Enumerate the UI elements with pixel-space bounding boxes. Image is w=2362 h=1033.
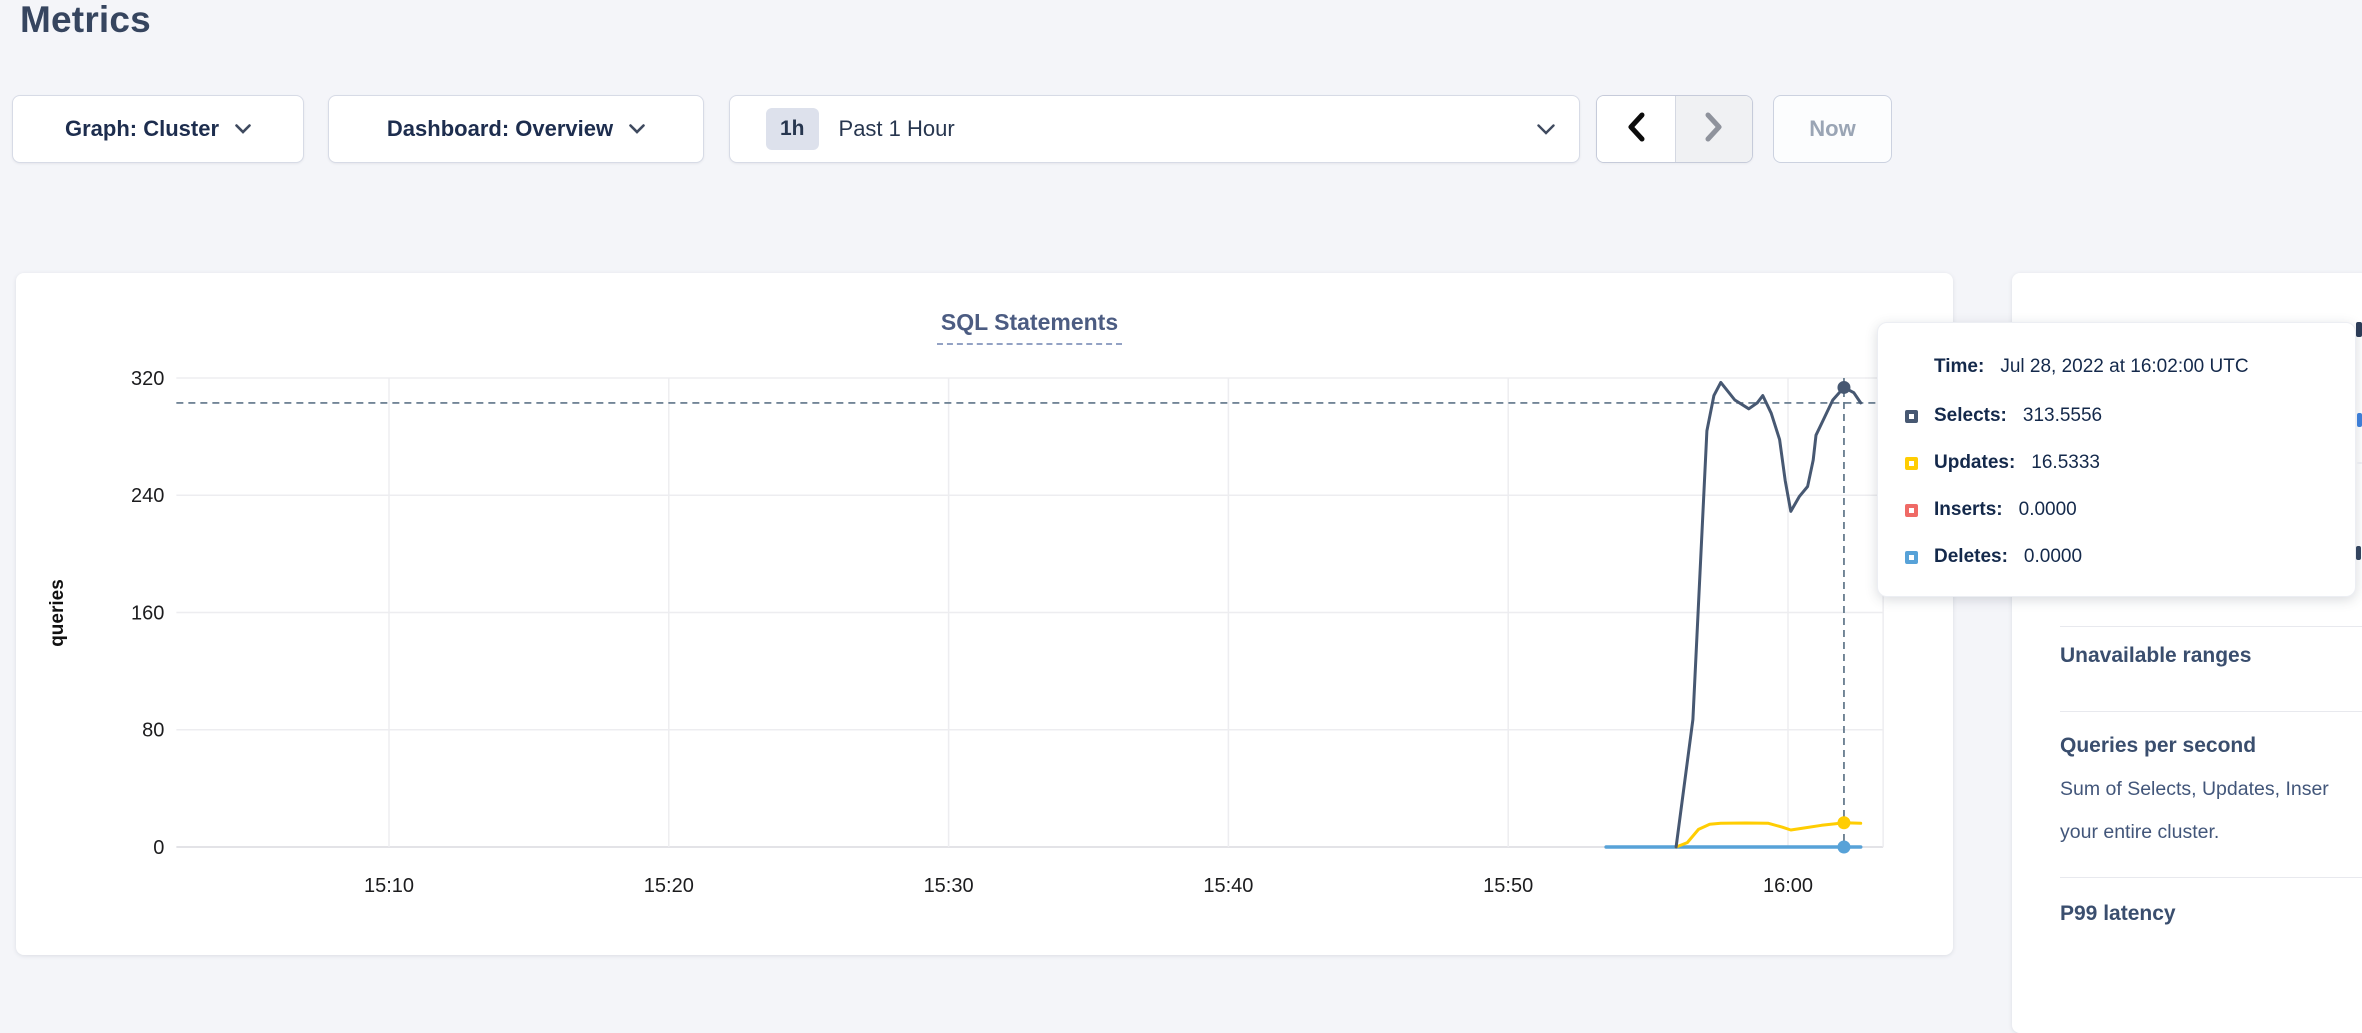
svg-text:320: 320 bbox=[131, 368, 164, 390]
svg-text:15:40: 15:40 bbox=[1203, 875, 1253, 897]
svg-text:15:50: 15:50 bbox=[1483, 875, 1533, 897]
svg-text:240: 240 bbox=[131, 485, 164, 507]
tooltip-time-value: Jul 28, 2022 at 16:02:00 UTC bbox=[2000, 356, 2248, 378]
sidebar-heading-unavailable-ranges: Unavailable ranges bbox=[2060, 644, 2251, 668]
dashboard-dropdown-label: Dashboard: Overview bbox=[387, 116, 613, 142]
deletes-series-swatch-icon bbox=[1905, 551, 1918, 564]
tooltip-selects-value: 313.5556 bbox=[2023, 405, 2102, 427]
chevron-right-icon bbox=[1704, 112, 1724, 147]
time-range-selector[interactable]: 1h Past 1 Hour bbox=[729, 95, 1580, 163]
tooltip-updates-row: Updates: 16.5333 bbox=[1905, 450, 2100, 476]
tooltip-inserts-label: Inserts: bbox=[1934, 499, 2003, 521]
inserts-series-swatch-icon bbox=[1905, 504, 1918, 517]
chevron-left-icon bbox=[1626, 112, 1646, 147]
divider bbox=[2060, 626, 2362, 627]
sql-statements-chart-plot[interactable]: 0 80 160 240 320 15:10 15:20 15:30 15:40 15:50 16:… bbox=[16, 273, 1953, 955]
tooltip-deletes-label: Deletes: bbox=[1934, 546, 2008, 568]
tooltip-inserts-value: 0.0000 bbox=[2019, 499, 2077, 521]
chevron-down-icon bbox=[629, 124, 645, 134]
tooltip-time-row: Time: Jul 28, 2022 at 16:02:00 UTC bbox=[1934, 354, 2249, 380]
clipped-text-fragment bbox=[2356, 322, 2362, 337]
svg-text:15:10: 15:10 bbox=[364, 875, 414, 897]
tooltip-selects-label: Selects: bbox=[1934, 405, 2007, 427]
svg-text:15:20: 15:20 bbox=[644, 875, 694, 897]
dashboard-dropdown[interactable]: Dashboard: Overview bbox=[328, 95, 704, 163]
chevron-down-icon bbox=[1537, 124, 1555, 135]
svg-text:80: 80 bbox=[142, 720, 164, 742]
svg-text:0: 0 bbox=[153, 837, 164, 859]
svg-text:16:00: 16:00 bbox=[1763, 875, 1813, 897]
updates-series-swatch-icon bbox=[1905, 457, 1918, 470]
sidebar-heading-p99-latency: P99 latency bbox=[2060, 902, 2176, 926]
tooltip-updates-value: 16.5333 bbox=[2031, 452, 2100, 474]
tooltip-selects-row: Selects: 313.5556 bbox=[1905, 403, 2102, 429]
page-title: Metrics bbox=[20, 0, 151, 44]
time-range-badge: 1h bbox=[766, 108, 819, 150]
selects-series-swatch-icon bbox=[1905, 410, 1918, 423]
sql-statements-chart-card: SQL Statements 08016024032015:1015:2015:… bbox=[16, 273, 1953, 955]
next-time-button[interactable] bbox=[1675, 96, 1753, 162]
clipped-text-fragment bbox=[2357, 413, 2362, 427]
sidebar-heading-queries-per-second: Queries per second bbox=[2060, 734, 2256, 758]
now-button-label: Now bbox=[1809, 116, 1855, 142]
clipped-text-fragment bbox=[2356, 546, 2361, 560]
tooltip-deletes-row: Deletes: 0.0000 bbox=[1905, 544, 2082, 570]
tooltip-time-label: Time: bbox=[1934, 356, 1984, 378]
sidebar-qps-description-line1: Sum of Selects, Updates, Inser bbox=[2060, 778, 2329, 801]
tooltip-deletes-value: 0.0000 bbox=[2024, 546, 2082, 568]
clipped-divider-fragment bbox=[2357, 462, 2362, 464]
time-range-label: Past 1 Hour bbox=[839, 116, 1521, 142]
prev-time-button[interactable] bbox=[1597, 96, 1675, 162]
graph-dropdown-label: Graph: Cluster bbox=[65, 116, 219, 142]
graph-dropdown[interactable]: Graph: Cluster bbox=[12, 95, 304, 163]
sidebar-qps-description-line2: your entire cluster. bbox=[2060, 821, 2219, 844]
svg-text:160: 160 bbox=[131, 602, 164, 624]
chevron-down-icon bbox=[235, 124, 251, 134]
tooltip-updates-label: Updates: bbox=[1934, 452, 2015, 474]
tooltip-inserts-row: Inserts: 0.0000 bbox=[1905, 497, 2077, 523]
svg-text:queries: queries bbox=[47, 579, 68, 647]
time-nav-group bbox=[1596, 95, 1753, 163]
divider bbox=[2060, 711, 2362, 712]
chart-hover-tooltip: Time: Jul 28, 2022 at 16:02:00 UTC Selec… bbox=[1877, 322, 2356, 597]
now-button[interactable]: Now bbox=[1773, 95, 1892, 163]
divider bbox=[2060, 877, 2362, 878]
svg-text:15:30: 15:30 bbox=[924, 875, 974, 897]
